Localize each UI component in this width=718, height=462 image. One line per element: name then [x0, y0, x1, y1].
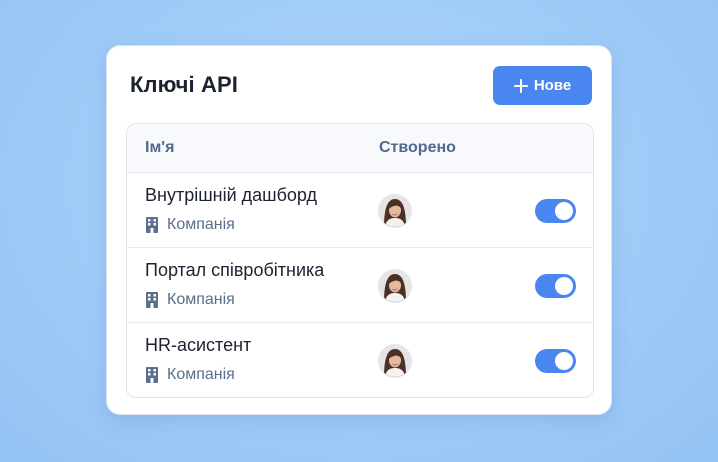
api-keys-card: Ключі API Нове Ім'я Створено Внутрішній … — [106, 45, 612, 415]
toggle-knob — [555, 202, 573, 220]
key-enabled-toggle[interactable] — [535, 199, 576, 223]
key-name: HR-асистент — [145, 335, 252, 355]
building-icon — [145, 367, 159, 383]
table-row[interactable]: HR-асистент Компанія — [127, 323, 593, 397]
creator-avatar — [378, 194, 412, 228]
creator-avatar — [378, 344, 412, 378]
building-icon — [145, 292, 159, 308]
key-owner-type-label: Компанія — [167, 216, 235, 233]
key-owner-type-label: Компанія — [167, 366, 235, 383]
toggle-knob — [555, 352, 573, 370]
plus-icon — [513, 78, 528, 93]
toggle-knob — [555, 277, 573, 295]
key-name: Внутрішній дашборд — [145, 185, 318, 205]
api-keys-table: Ім'я Створено Внутрішній дашборд Компані… — [126, 123, 594, 398]
table-row[interactable]: Портал співробітника Компанія — [127, 248, 593, 323]
column-header-created[interactable]: Створено — [379, 139, 456, 157]
key-owner-type-label: Компанія — [167, 291, 235, 308]
table-row[interactable]: Внутрішній дашборд Компанія — [127, 173, 593, 248]
key-name: Портал співробітника — [145, 260, 325, 280]
key-enabled-toggle[interactable] — [535, 349, 576, 373]
creator-avatar — [378, 269, 412, 303]
page-title: Ключі API — [130, 72, 238, 97]
new-key-button-label: Нове — [533, 77, 572, 94]
column-header-name[interactable]: Ім'я — [145, 139, 174, 157]
table-header: Ім'я Створено — [127, 124, 593, 173]
building-icon — [145, 217, 159, 233]
new-key-button[interactable]: Нове — [493, 66, 592, 105]
key-owner-type: Компанія — [145, 366, 235, 384]
key-owner-type: Компанія — [145, 216, 235, 234]
key-owner-type: Компанія — [145, 291, 235, 309]
key-enabled-toggle[interactable] — [535, 274, 576, 298]
